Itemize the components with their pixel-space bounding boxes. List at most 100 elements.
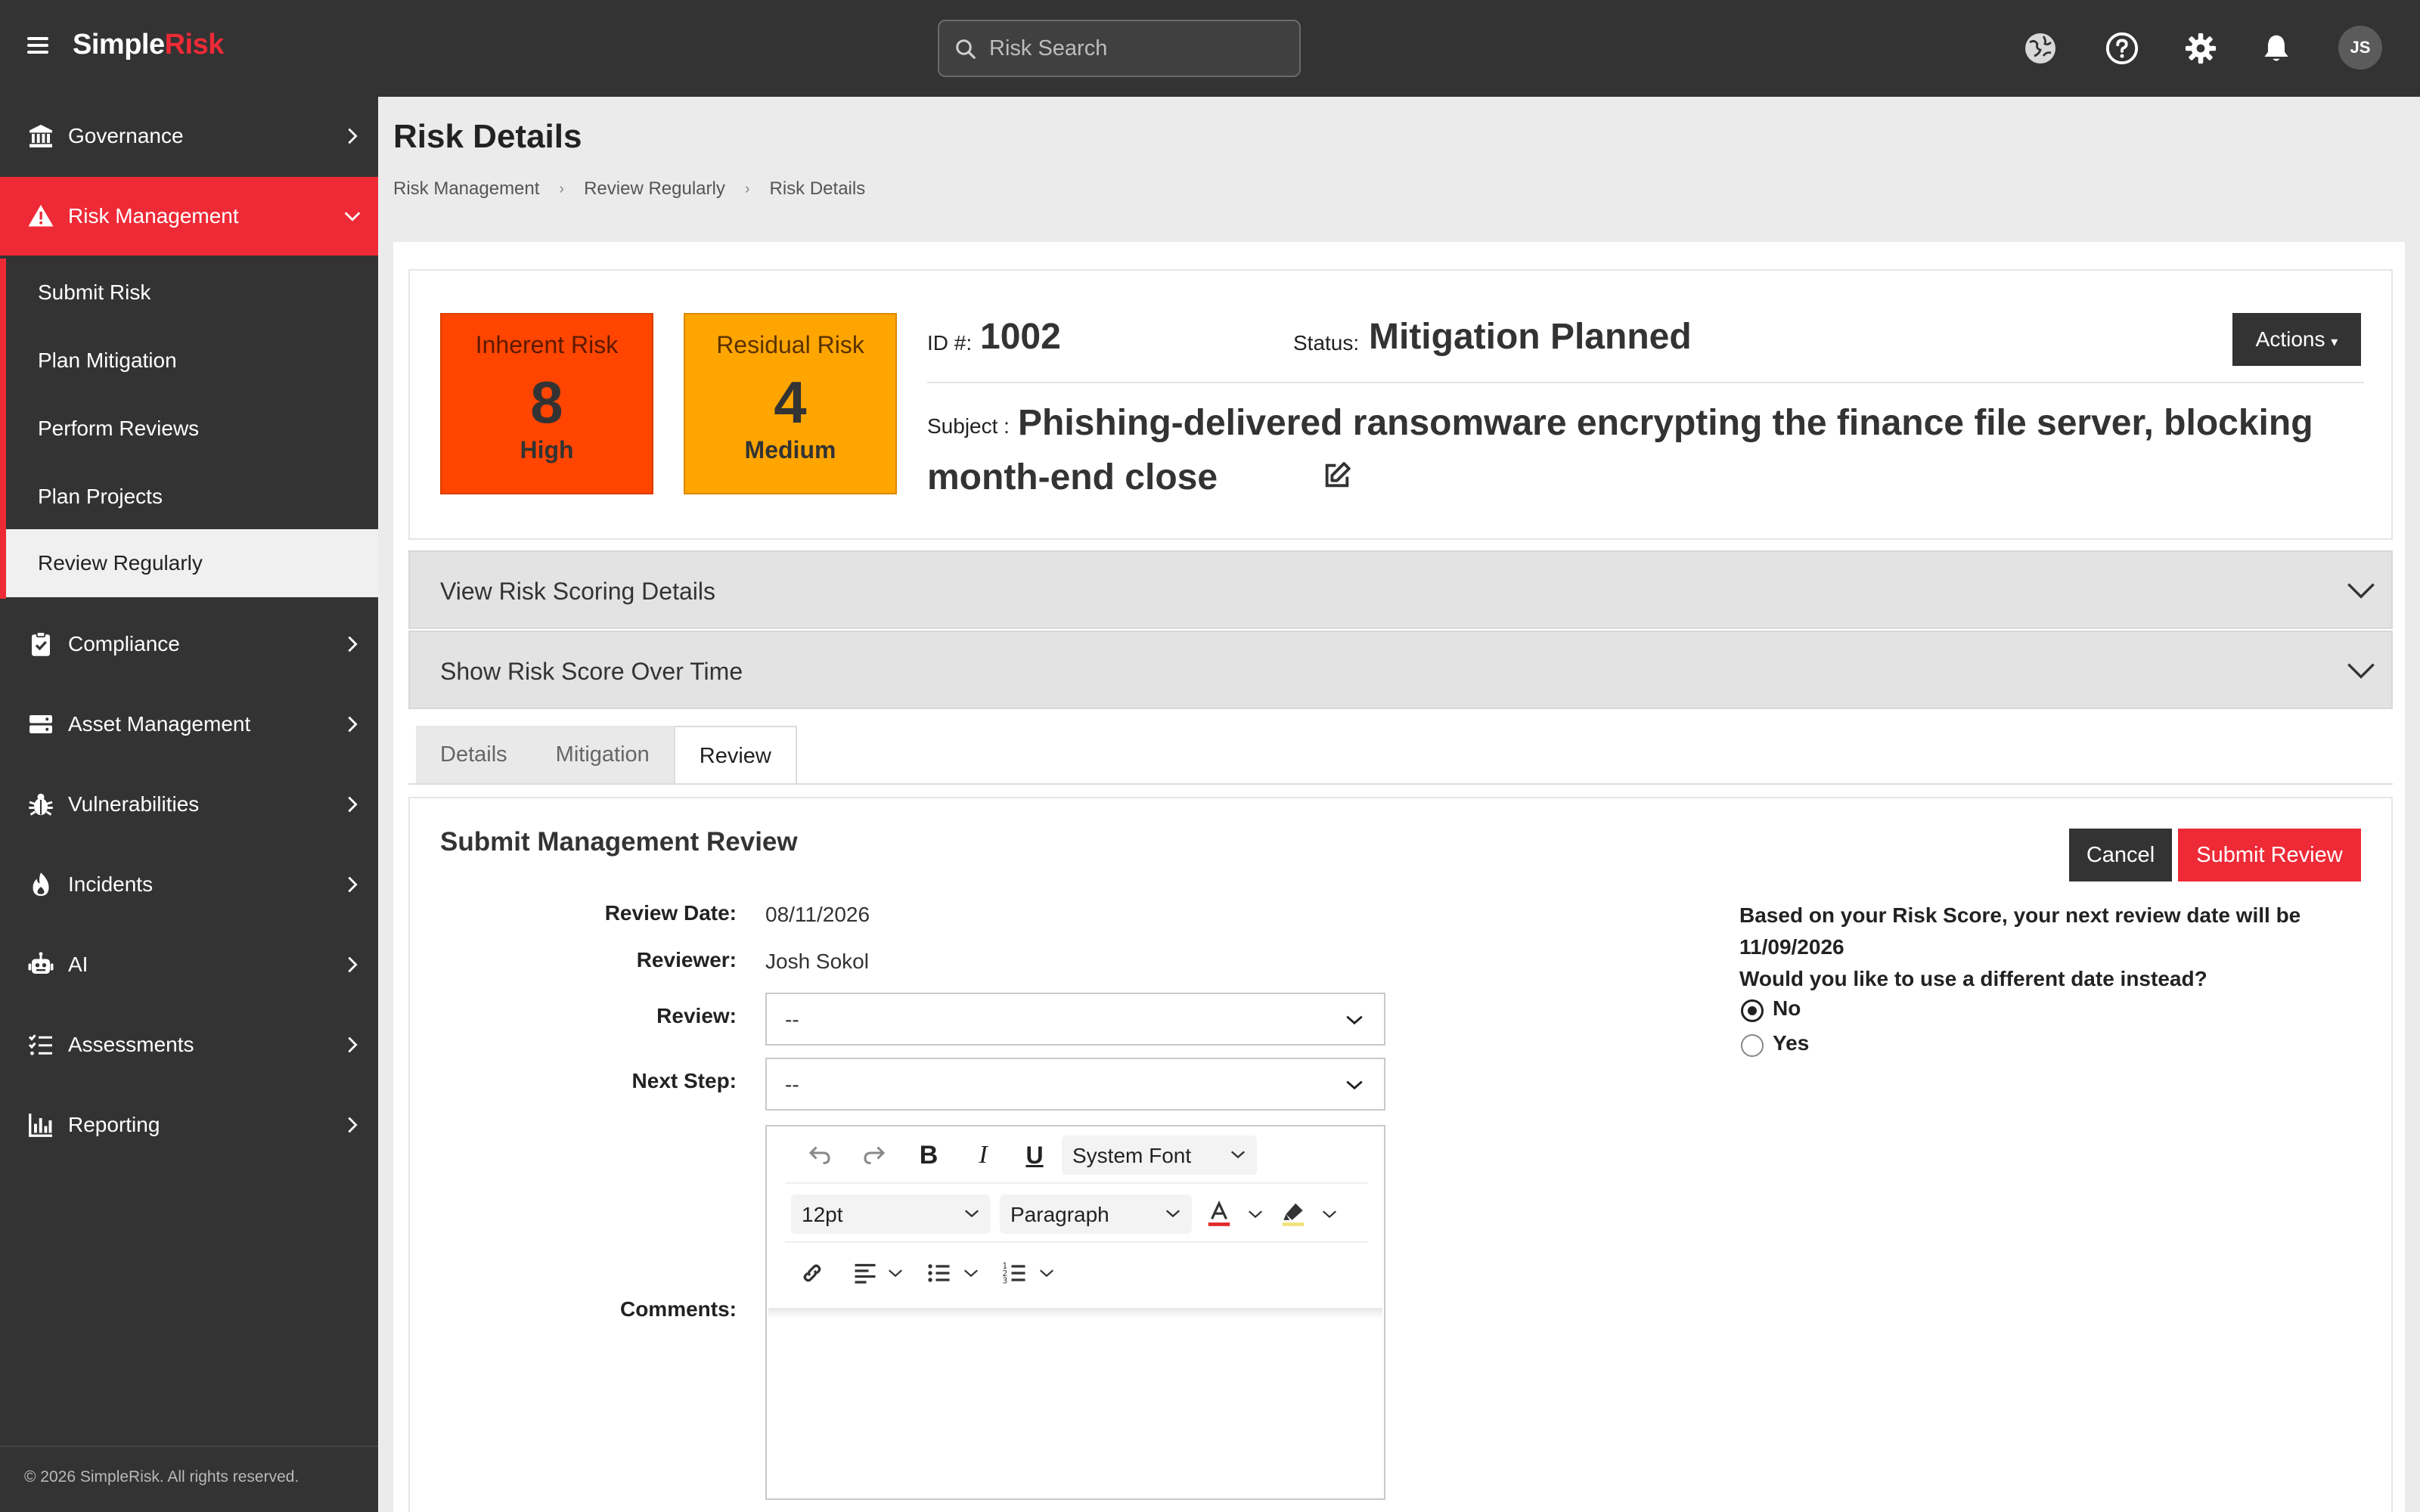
sidebar-item-incidents[interactable]: Incidents (0, 845, 378, 924)
submenu-item-label: Plan Mitigation (38, 349, 177, 372)
next-step-select-value: -- (785, 1073, 799, 1096)
bold-icon[interactable]: B (914, 1140, 944, 1170)
gear-icon[interactable] (2180, 27, 2222, 70)
radio-yes[interactable] (1741, 1034, 1764, 1057)
sidebar-item-reporting[interactable]: Reporting (0, 1086, 378, 1164)
hamburger-menu-icon[interactable] (24, 33, 51, 64)
submenu-item-label: Submit Risk (38, 280, 151, 304)
font-family-select[interactable]: System Font (1062, 1136, 1257, 1175)
cancel-button[interactable]: Cancel (2069, 829, 2172, 881)
radio-no-label[interactable]: No (1773, 996, 1801, 1021)
chevron-down-icon (2347, 583, 2375, 599)
submenu-item-label: Perform Reviews (38, 417, 200, 440)
submenu-item-review-regularly[interactable]: Review Regularly (6, 529, 378, 597)
sidebar-item-governance[interactable]: Governance (0, 97, 378, 175)
inherent-risk-box: Inherent Risk 8 High (440, 313, 653, 494)
submenu-item-plan-mitigation[interactable]: Plan Mitigation (6, 327, 378, 395)
underline-icon[interactable]: U (1019, 1140, 1050, 1170)
sidebar-item-compliance[interactable]: Compliance (0, 605, 378, 683)
help-icon[interactable] (2101, 27, 2143, 70)
accordion-risk-scoring-details[interactable]: View Risk Scoring Details (408, 550, 2393, 629)
clipboard-check-icon (32, 631, 50, 656)
risk-id-value: 1002 (980, 317, 1061, 357)
chevron-down-icon[interactable] (956, 1258, 986, 1288)
sidebar-item-asset-management[interactable]: Asset Management (0, 685, 378, 764)
svg-text:3: 3 (1003, 1277, 1008, 1286)
copyright-footer: © 2026 SimpleRisk. All rights reserved. (0, 1445, 378, 1512)
submenu-item-perform-reviews[interactable]: Perform Reviews (6, 395, 378, 463)
globe-language-icon[interactable] (2019, 27, 2062, 70)
radio-no[interactable] (1741, 999, 1764, 1022)
block-format-select[interactable]: Paragraph (1000, 1194, 1192, 1234)
search-input[interactable] (989, 33, 1284, 64)
brand-logo[interactable]: SimpleRisk (73, 29, 224, 61)
sidebar-item-risk-management[interactable]: Risk Management (0, 177, 378, 256)
breadcrumb-link-risk-management[interactable]: Risk Management (393, 178, 539, 200)
chevron-down-icon[interactable] (1314, 1199, 1345, 1229)
submit-review-button[interactable]: Submit Review (2178, 829, 2361, 881)
chevron-down-icon[interactable] (880, 1258, 911, 1288)
review-select[interactable]: -- (765, 993, 1385, 1046)
bank-icon (29, 125, 52, 147)
search-icon (956, 39, 976, 59)
accordion-label: View Risk Scoring Details (440, 578, 715, 605)
block-format-value: Paragraph (1010, 1203, 1109, 1226)
fire-icon (33, 872, 49, 896)
font-size-select[interactable]: 12pt (791, 1194, 991, 1234)
submenu-item-plan-projects[interactable]: Plan Projects (6, 463, 378, 531)
submenu-item-submit-risk[interactable]: Submit Risk (6, 259, 378, 327)
bullet-list-icon[interactable] (924, 1258, 954, 1288)
edit-subject-icon[interactable] (1231, 452, 1352, 507)
sidebar-item-label: Governance (68, 124, 184, 147)
risk-search-box[interactable] (938, 20, 1301, 77)
chevron-down-icon (1230, 1151, 1246, 1159)
breadcrumb-current: Risk Details (769, 178, 866, 199)
sidebar-item-label: Risk Management (68, 204, 239, 228)
accordion-risk-score-over-time[interactable]: Show Risk Score Over Time (408, 631, 2393, 709)
chevron-right-icon (348, 128, 358, 144)
chevron-right-icon (348, 636, 358, 652)
font-size-value: 12pt (802, 1203, 843, 1226)
server-icon (29, 715, 52, 733)
numbered-list-icon[interactable]: 123 (1000, 1258, 1030, 1288)
italic-icon[interactable]: I (968, 1140, 998, 1170)
chevron-right-icon (348, 1117, 358, 1133)
sidebar-item-vulnerabilities[interactable]: Vulnerabilities (0, 765, 378, 844)
undo-icon[interactable] (805, 1140, 835, 1170)
sidebar-item-label: Asset Management (68, 712, 251, 736)
bell-notification-icon[interactable] (2255, 27, 2297, 70)
risk-management-submenu: Submit Risk Plan Mitigation Perform Revi… (0, 259, 378, 599)
highlight-color-icon[interactable] (1278, 1199, 1308, 1229)
link-icon[interactable] (797, 1258, 827, 1288)
review-date-label: Review Date: (604, 901, 737, 925)
sidebar-item-label: Vulnerabilities (68, 792, 200, 816)
breadcrumb-link-review-regularly[interactable]: Review Regularly (584, 178, 725, 200)
toolbar-shadow (768, 1308, 1382, 1318)
editor-toolbar-row-1: B I U System Font (785, 1126, 1367, 1184)
tab-mitigation[interactable]: Mitigation (531, 726, 674, 785)
breadcrumb: Risk Management › Review Regularly › Ris… (393, 178, 865, 200)
redo-icon[interactable] (859, 1140, 889, 1170)
tab-review[interactable]: Review (673, 726, 797, 785)
tab-details[interactable]: Details (416, 726, 532, 785)
chevron-right-icon (348, 876, 358, 893)
next-step-select[interactable]: -- (765, 1058, 1385, 1111)
chevron-down-icon[interactable] (1032, 1258, 1062, 1288)
sidebar-item-assessments[interactable]: Assessments (0, 1005, 378, 1084)
radio-yes-label[interactable]: Yes (1773, 1031, 1809, 1055)
align-left-icon[interactable] (850, 1258, 880, 1288)
text-color-icon[interactable] (1204, 1199, 1234, 1229)
chevron-down-icon (964, 1210, 979, 1218)
chevron-down-icon (1346, 1015, 1363, 1025)
residual-risk-title: Residual Risk (716, 331, 864, 358)
actions-dropdown-button[interactable]: Actions ▾ (2232, 313, 2361, 366)
comments-text-area[interactable] (768, 1320, 1382, 1497)
sidebar-item-ai[interactable]: AI (0, 925, 378, 1004)
breadcrumb-separator-icon: › (744, 180, 750, 197)
bug-icon (29, 793, 53, 816)
chevron-down-icon (1165, 1210, 1181, 1218)
chevron-down-icon[interactable] (1240, 1199, 1270, 1229)
review-select-value: -- (785, 1008, 799, 1031)
review-form-title: Submit Management Review (440, 827, 798, 857)
user-avatar[interactable]: JS (2338, 26, 2382, 70)
